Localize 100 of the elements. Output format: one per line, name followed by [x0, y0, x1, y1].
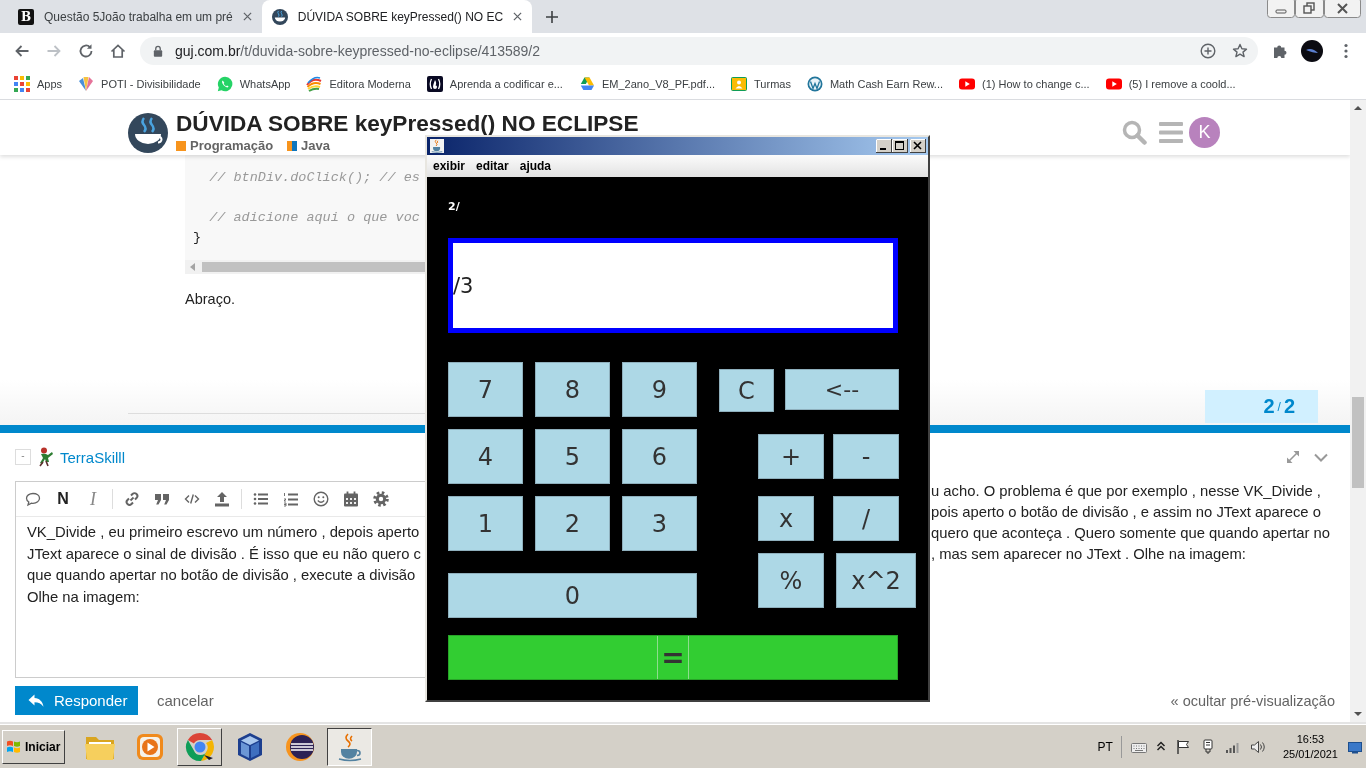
digit-key[interactable]: 8: [535, 362, 610, 417]
chevron-down-icon[interactable]: [1314, 452, 1328, 462]
clock[interactable]: 16:53 25/01/2021: [1282, 731, 1338, 762]
address-bar[interactable]: guj.com.br/t/duvida-sobre-keypressed-no-eclipse/413589/2: [140, 36, 1258, 65]
striped-orb-icon: [283, 730, 316, 763]
username-link[interactable]: TerraSkilll: [60, 448, 125, 466]
maximize-button[interactable]: [892, 139, 908, 153]
bookmark[interactable]: EM_2ano_V8_PF.pdf...: [578, 75, 716, 92]
letter-logo: B: [18, 8, 34, 25]
italic-button[interactable]: I: [85, 490, 101, 508]
reply-button[interactable]: Responder: [15, 686, 138, 715]
digit-key[interactable]: 6: [622, 429, 697, 484]
horizontal-scrollbar[interactable]: [185, 260, 425, 274]
close-button[interactable]: [910, 139, 926, 153]
cup-logo-icon: [271, 8, 288, 25]
code-line: // adicione aqui o que voc: [208, 209, 420, 227]
function-key[interactable]: +: [758, 434, 824, 479]
star-icon[interactable]: [1232, 42, 1248, 59]
scroll-thumb[interactable]: [202, 262, 425, 272]
close-icon[interactable]: [513, 12, 523, 21]
function-key[interactable]: C: [719, 369, 774, 412]
close-icon[interactable]: [242, 12, 252, 21]
restore-button[interactable]: [1295, 0, 1324, 18]
flag-logo-icon: [6, 738, 22, 755]
start-button[interactable]: Iniciar: [2, 729, 66, 764]
bold-button[interactable]: N: [55, 490, 71, 508]
scroll-thumb[interactable]: [1352, 397, 1364, 488]
function-key[interactable]: <--: [785, 369, 899, 410]
lock-icon[interactable]: [153, 44, 163, 57]
taskbar-button[interactable]: [327, 727, 373, 766]
reload-icon[interactable]: [78, 42, 94, 59]
speech-bubble-icon[interactable]: [25, 491, 41, 507]
more-icon[interactable]: [1344, 42, 1348, 59]
digit-key[interactable]: 1: [448, 496, 523, 551]
link-icon[interactable]: [124, 491, 140, 507]
function-key[interactable]: /: [833, 496, 899, 541]
category-link[interactable]: Programação: [176, 138, 274, 153]
digit-key[interactable]: 5: [535, 429, 610, 484]
function-key[interactable]: -: [833, 434, 899, 479]
expand-icon[interactable]: [1285, 449, 1301, 465]
close-button[interactable]: [1324, 0, 1361, 18]
bookmark[interactable]: Aprenda a codificar e...: [426, 75, 563, 92]
browser-tab[interactable]: DÚVIDA SOBRE keyPressed() NO EC: [261, 0, 533, 33]
digit-key[interactable]: 0: [448, 573, 697, 618]
board-icon: [731, 75, 748, 92]
tricolor-circle-icon: [183, 730, 216, 763]
numbered-list-icon[interactable]: [283, 491, 299, 507]
quote-icon[interactable]: [154, 491, 170, 507]
gear-icon[interactable]: [373, 491, 389, 507]
bookmark[interactable]: Apps: [14, 75, 63, 92]
function-key[interactable]: %: [758, 553, 824, 608]
menu-item[interactable]: exibir: [433, 159, 465, 173]
smile-icon[interactable]: [313, 491, 329, 507]
flag-icon[interactable]: [1174, 738, 1191, 755]
bullet-list-icon[interactable]: [253, 491, 269, 507]
browser-tab[interactable]: B Questão 5João trabalha em um pré: [8, 0, 262, 33]
toggle-button[interactable]: -: [15, 449, 31, 465]
swirl-icon: [306, 75, 323, 92]
digit-key[interactable]: 3: [622, 496, 697, 551]
bookmark[interactable]: WhatsApp: [216, 75, 291, 92]
display-field[interactable]: /3: [448, 238, 898, 333]
function-key[interactable]: x^2: [836, 553, 916, 608]
grid-icon: [14, 75, 30, 92]
minimize-button[interactable]: [876, 139, 892, 153]
hide-preview-link[interactable]: « ocultar pré-visualização: [1170, 692, 1335, 709]
avatar-icon[interactable]: [1301, 39, 1323, 62]
menu-item[interactable]: editar: [476, 159, 509, 173]
cup-logo-icon[interactable]: [128, 113, 168, 153]
bookmark[interactable]: (5) I remove a coold...: [1105, 75, 1236, 92]
topic-title[interactable]: DÚVIDA SOBRE keyPressed() NO ECLIPSE: [176, 111, 639, 136]
digit-key[interactable]: 7: [448, 362, 523, 417]
reply-icon: [28, 693, 44, 708]
cancel-link[interactable]: cancelar: [157, 692, 214, 709]
bookmark[interactable]: Editora Moderna: [306, 75, 411, 92]
show-desktop-icon[interactable]: [1348, 739, 1362, 754]
function-key[interactable]: x: [758, 496, 814, 541]
menu-item[interactable]: ajuda: [519, 159, 552, 173]
figure-icon: [37, 447, 55, 467]
digit-key[interactable]: 2: [535, 496, 610, 551]
speaker-icon[interactable]: [1249, 738, 1266, 755]
digit-key[interactable]: 4: [448, 429, 523, 484]
plus-icon[interactable]: [546, 10, 559, 23]
home-icon[interactable]: [110, 42, 126, 59]
equals-key[interactable]: =: [448, 635, 898, 680]
history-label: 2/: [448, 199, 460, 215]
circle-plus-icon[interactable]: [1200, 42, 1216, 59]
bookmark[interactable]: POTI - Divisibilidade: [78, 75, 201, 92]
bookmark[interactable]: (1) How to change c...: [959, 75, 1090, 92]
category-link[interactable]: Java: [287, 138, 330, 153]
upload-icon[interactable]: [214, 491, 230, 507]
calendar-icon[interactable]: [343, 491, 359, 507]
triangle-logo-icon: [578, 75, 595, 92]
digit-key[interactable]: 9: [622, 362, 697, 417]
post-text: Abraço.: [185, 290, 235, 308]
code-logo-icon: [426, 75, 443, 92]
bookmark[interactable]: Turmas: [731, 75, 791, 92]
bookmark[interactable]: Math Cash Earn Rew...: [806, 75, 944, 92]
text-field[interactable]: VK_Divide , eu primeiro escrevo um número , depois aperto JText aparece o sinal de divisão . É isso que eu não quero c que quando apertar no botão de divisão , execute a divisão Olhe na imagem:: [16, 517, 425, 677]
language-indicator[interactable]: PT: [1097, 739, 1113, 754]
vertical-scrollbar[interactable]: [1350, 100, 1366, 722]
